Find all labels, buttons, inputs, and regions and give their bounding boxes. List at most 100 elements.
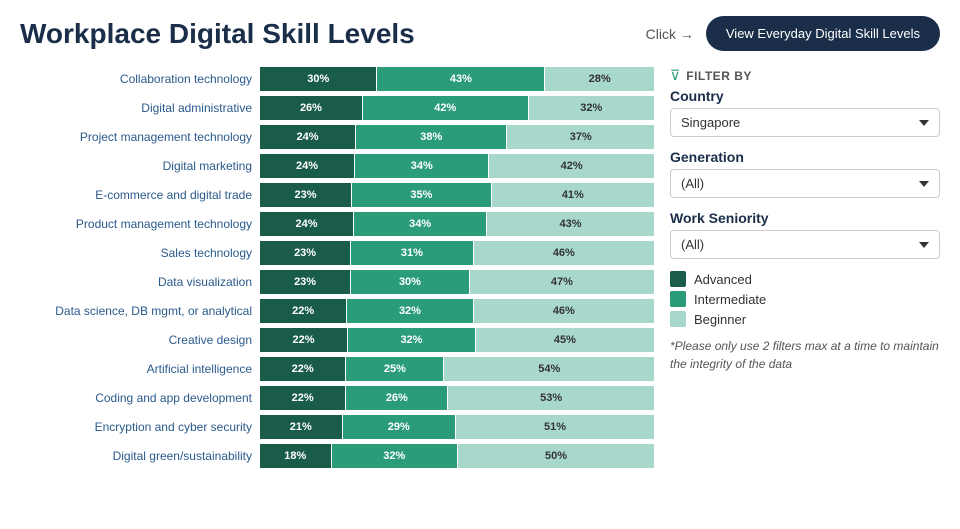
- bar-segment: 32%: [332, 444, 457, 468]
- bar-segment: 43%: [487, 212, 654, 236]
- note-text: *Please only use 2 filters max at a time…: [670, 337, 940, 373]
- bar-segments: 23%30%47%: [260, 270, 654, 294]
- bar-label: E-commerce and digital trade: [20, 188, 260, 202]
- generation-select[interactable]: (All)Gen ZMillennialsGen XBoomers: [670, 169, 940, 198]
- bar-segment: 31%: [351, 241, 473, 265]
- bar-row: Digital marketing24%34%42%: [20, 154, 654, 178]
- legend-beginner: Beginner: [670, 311, 940, 327]
- view-everyday-button[interactable]: View Everyday Digital Skill Levels: [706, 16, 940, 51]
- header: Workplace Digital Skill Levels Click → V…: [20, 16, 940, 51]
- bar-segment: 50%: [458, 444, 654, 468]
- legend-beginner-color: [670, 311, 686, 327]
- bar-segment: 24%: [260, 125, 355, 149]
- bar-segment: 18%: [260, 444, 331, 468]
- seniority-select[interactable]: (All)JuniorMidSeniorExecutive: [670, 230, 940, 259]
- bar-segments: 22%25%54%: [260, 357, 654, 381]
- bar-segments: 18%32%50%: [260, 444, 654, 468]
- bar-row: Artificial intelligence22%25%54%: [20, 357, 654, 381]
- legend-advanced: Advanced: [670, 271, 940, 287]
- bar-segment: 32%: [529, 96, 654, 120]
- click-label: Click →: [646, 26, 694, 42]
- bar-segment: 32%: [348, 328, 475, 352]
- bar-row: Coding and app development22%26%53%: [20, 386, 654, 410]
- filter-generation: Generation (All)Gen ZMillennialsGen XBoo…: [670, 149, 940, 198]
- bar-segment: 35%: [352, 183, 491, 207]
- bar-row: Digital green/sustainability18%32%50%: [20, 444, 654, 468]
- country-label: Country: [670, 88, 940, 104]
- bar-label: Data visualization: [20, 275, 260, 289]
- bar-segment: 46%: [474, 241, 654, 265]
- bar-segment: 23%: [260, 241, 350, 265]
- bar-label: Digital green/sustainability: [20, 449, 260, 463]
- legend-intermediate: Intermediate: [670, 291, 940, 307]
- bar-segments: 23%35%41%: [260, 183, 654, 207]
- legend-advanced-color: [670, 271, 686, 287]
- bar-segment: 53%: [448, 386, 654, 410]
- bar-label: Digital administrative: [20, 101, 260, 115]
- bar-segment: 22%: [260, 328, 347, 352]
- sidebar: ⊽ FILTER BY Country SingaporeAll Generat…: [670, 67, 940, 473]
- bar-row: Collaboration technology30%43%28%: [20, 67, 654, 91]
- bar-segment: 41%: [492, 183, 654, 207]
- bar-label: Coding and app development: [20, 391, 260, 405]
- bar-segments: 22%32%46%: [260, 299, 654, 323]
- bar-segment: 23%: [260, 270, 350, 294]
- bar-segment: 30%: [260, 67, 376, 91]
- legend-beginner-label: Beginner: [694, 312, 746, 327]
- bar-segment: 22%: [260, 357, 345, 381]
- country-select[interactable]: SingaporeAll: [670, 108, 940, 137]
- bar-segment: 32%: [347, 299, 472, 323]
- filter-country: Country SingaporeAll: [670, 88, 940, 137]
- bar-label: Digital marketing: [20, 159, 260, 173]
- chart-area: Collaboration technology30%43%28%Digital…: [20, 67, 654, 473]
- bar-segments: 24%34%43%: [260, 212, 654, 236]
- bar-label: Project management technology: [20, 130, 260, 144]
- bar-segment: 28%: [545, 67, 654, 91]
- bar-row: Encryption and cyber security21%29%51%: [20, 415, 654, 439]
- bar-segment: 23%: [260, 183, 351, 207]
- bar-segment: 42%: [489, 154, 654, 178]
- bar-label: Encryption and cyber security: [20, 420, 260, 434]
- bar-row: Data science, DB mgmt, or analytical22%3…: [20, 299, 654, 323]
- bar-segments: 24%34%42%: [260, 154, 654, 178]
- filter-icon: ⊽: [670, 67, 680, 84]
- bar-segments: 30%43%28%: [260, 67, 654, 91]
- bar-segment: 22%: [260, 386, 345, 410]
- bar-segment: 29%: [343, 415, 456, 439]
- bar-segment: 34%: [354, 212, 486, 236]
- bar-label: Creative design: [20, 333, 260, 347]
- generation-label: Generation: [670, 149, 940, 165]
- bar-segment: 54%: [444, 357, 654, 381]
- bar-segment: 24%: [260, 212, 353, 236]
- bar-label: Sales technology: [20, 246, 260, 260]
- filter-header: ⊽ FILTER BY: [670, 67, 940, 84]
- filter-by-label: FILTER BY: [686, 69, 752, 83]
- legend-intermediate-label: Intermediate: [694, 292, 766, 307]
- bar-segment: 26%: [346, 386, 447, 410]
- bar-segment: 46%: [474, 299, 654, 323]
- bar-label: Data science, DB mgmt, or analytical: [20, 304, 260, 318]
- page-title: Workplace Digital Skill Levels: [20, 18, 646, 50]
- bar-segment: 34%: [355, 154, 488, 178]
- bar-segment: 37%: [507, 125, 654, 149]
- bar-row: E-commerce and digital trade23%35%41%: [20, 183, 654, 207]
- bar-segment: 30%: [351, 270, 469, 294]
- bar-segment: 43%: [377, 67, 544, 91]
- legend: Advanced Intermediate Beginner: [670, 271, 940, 327]
- bar-segment: 25%: [346, 357, 443, 381]
- bar-row: Project management technology24%38%37%: [20, 125, 654, 149]
- bar-segment: 24%: [260, 154, 354, 178]
- main-content: Collaboration technology30%43%28%Digital…: [20, 67, 940, 473]
- page-container: Workplace Digital Skill Levels Click → V…: [0, 0, 960, 529]
- legend-intermediate-color: [670, 291, 686, 307]
- bar-label: Collaboration technology: [20, 72, 260, 86]
- bar-segment: 42%: [363, 96, 528, 120]
- bar-segment: 47%: [470, 270, 654, 294]
- seniority-label: Work Seniority: [670, 210, 940, 226]
- bar-segment: 26%: [260, 96, 362, 120]
- bar-segment: 45%: [476, 328, 654, 352]
- bar-label: Product management technology: [20, 217, 260, 231]
- bar-segment: 38%: [356, 125, 506, 149]
- bar-segment: 21%: [260, 415, 342, 439]
- bar-segments: 26%42%32%: [260, 96, 654, 120]
